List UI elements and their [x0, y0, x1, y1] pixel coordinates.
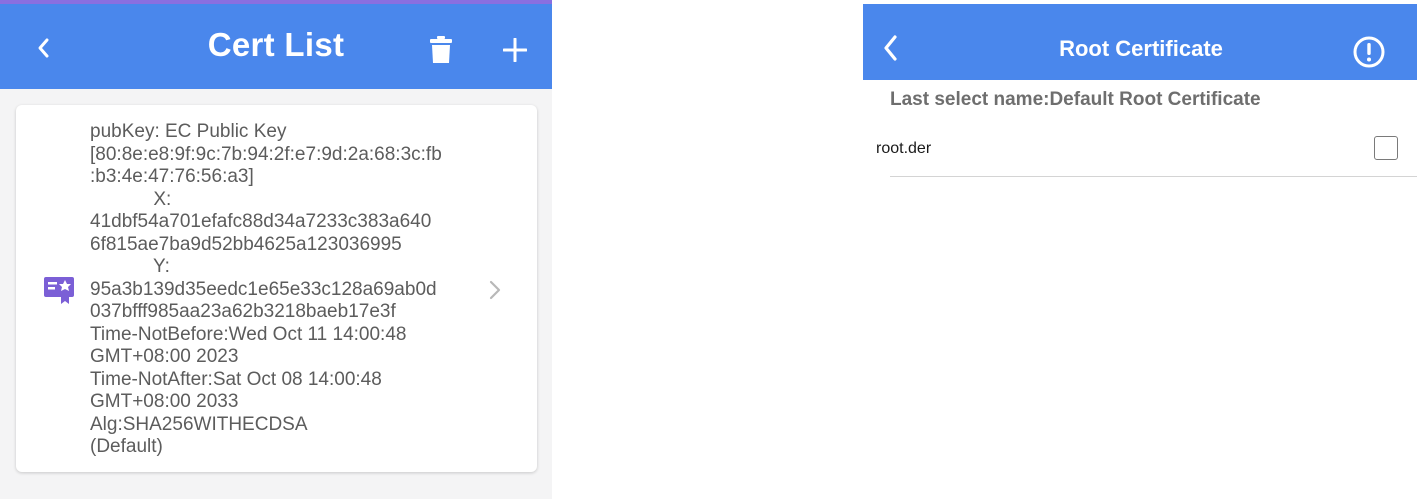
plus-icon [503, 38, 527, 62]
back-button[interactable] [28, 30, 58, 66]
page-title: Root Certificate [1059, 36, 1223, 61]
cert-algorithm: Alg:SHA256WITHECDSA [90, 413, 308, 435]
divider [890, 176, 1417, 177]
list-item[interactable]: root.der [863, 128, 1417, 178]
add-button[interactable] [498, 32, 532, 68]
cert-pubkey-line: :b3:4e:47:76:56:a3] [90, 166, 254, 187]
cert-list-item[interactable]: pubKey: EC Public Key [80:8e:e8:9f:9c:7b… [16, 105, 537, 472]
select-checkbox[interactable] [1374, 136, 1398, 160]
certificate-icon [44, 277, 74, 304]
cert-y-value: 95a3b139d35eedc1e65e33c128a69ab0d [90, 278, 437, 300]
cert-not-before: Time-NotBefore:Wed Oct 11 14:00:48 [90, 323, 407, 345]
cert-list-header: Cert List [0, 0, 552, 89]
cert-pubkey-line: [80:8e:e8:9f:9c:7b:94:2f:e7:9d:2a:68:3c:… [90, 143, 442, 165]
root-certificate-screen: Root Certificate Last select name:Defaul… [863, 0, 1417, 499]
cert-not-before: GMT+08:00 2023 [90, 346, 239, 367]
page-title: Cert List [207, 26, 345, 63]
cert-y-value: 037bfff985aa23a62b3218baeb17e3f [90, 301, 396, 322]
chevron-left-icon [884, 35, 897, 61]
back-button[interactable] [875, 30, 905, 66]
cert-y-label: Y: [90, 256, 170, 277]
cert-list-screen: Cert List pubKey: EC Public Key [80:8e:e… [0, 0, 552, 499]
cert-details: pubKey: EC Public Key [80:8e:e8:9f:9c:7b… [90, 121, 480, 459]
chevron-left-icon [38, 38, 49, 58]
cert-x-value: 41dbf54a701efafc88d34a7233c383a640 [90, 211, 432, 232]
cert-x-label: X: [90, 188, 172, 210]
cert-default-tag: (Default) [90, 436, 163, 457]
cert-not-after: Time-NotAfter:Sat Oct 08 14:00:48 [90, 368, 382, 390]
cert-pubkey-line: pubKey: EC Public Key [90, 121, 287, 142]
delete-button[interactable] [426, 32, 456, 68]
cert-x-value: 6f815ae7ba9d52bb4625a123036995 [90, 233, 402, 255]
list-item-label: root.der [876, 140, 932, 157]
trash-icon [430, 36, 452, 63]
cert-not-after: GMT+08:00 2033 [90, 391, 239, 412]
last-select-label: Last select name:Default Root Certificat… [890, 89, 1261, 110]
exclamation-circle-icon[interactable] [1351, 34, 1387, 70]
chevron-right-icon [489, 280, 501, 300]
